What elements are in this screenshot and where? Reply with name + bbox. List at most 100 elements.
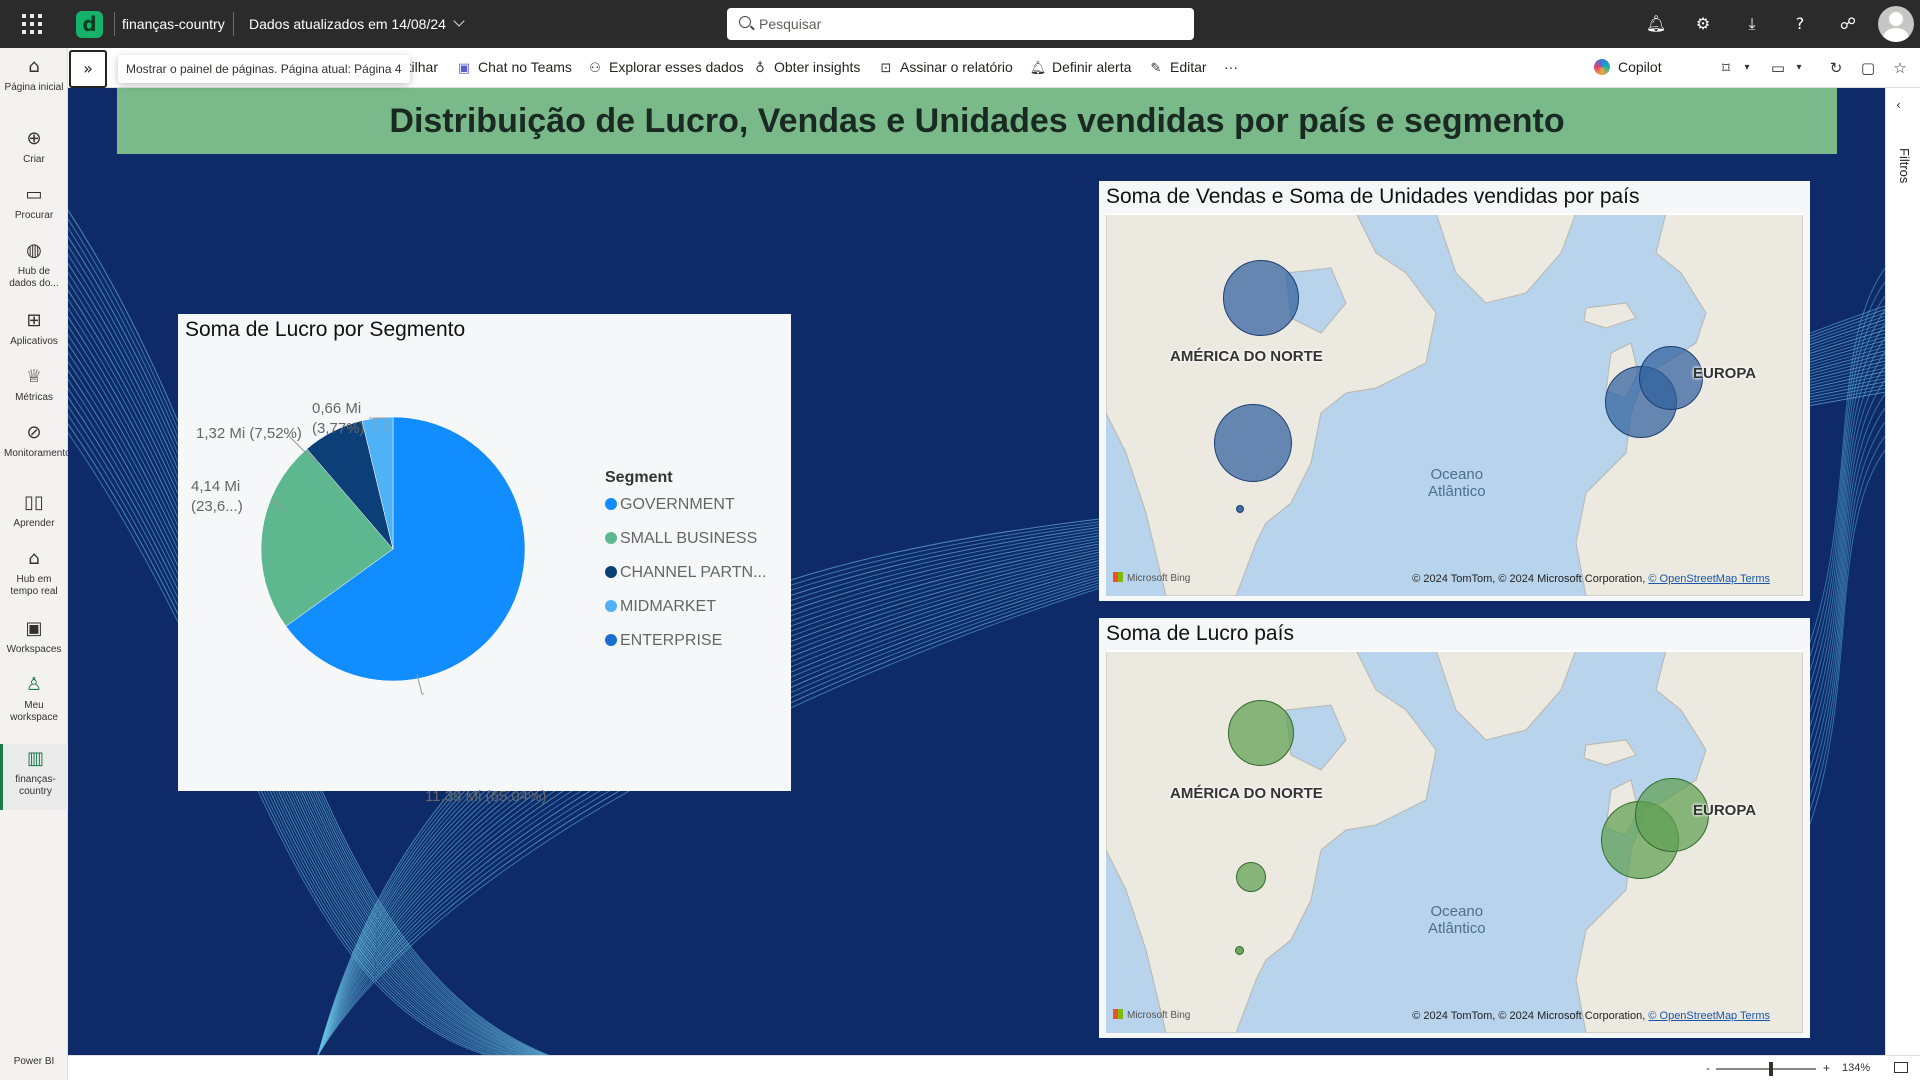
share-people-icon[interactable]: ☍ <box>1836 12 1860 36</box>
map-region-label: EUROPA <box>1693 365 1757 382</box>
bing-logo: Microsoft Bing <box>1113 1009 1190 1021</box>
report-canvas: Distribuição de Lucro, Vendas e Unidades… <box>68 88 1885 1055</box>
nav-label: Procurar <box>14 210 54 221</box>
ocean-line: Oceano <box>1430 466 1484 483</box>
insights-button[interactable]: ♁ Obter insights <box>751 59 860 77</box>
more-options-button[interactable]: ··· <box>1224 59 1238 75</box>
pie-data-label: (3,77%) <box>312 420 365 437</box>
nav-learn[interactable]: ▯▯ Aprender <box>0 492 68 530</box>
bookmark-icon[interactable]: ⌑ <box>1716 58 1736 78</box>
search-input[interactable]: Pesquisar <box>727 8 1194 40</box>
map-bubble[interactable] <box>1228 700 1294 766</box>
nav-apps[interactable]: ⊞ Aplicativos <box>0 310 68 348</box>
create-icon: ⊕ <box>26 128 42 149</box>
legend-dot <box>605 634 617 646</box>
nav-metrics[interactable]: ♕ Métricas <box>0 366 68 404</box>
nav-my-workspace[interactable]: ♙ Meu workspace <box>0 674 68 724</box>
nav-report[interactable]: ▥ finanças-country <box>0 744 68 810</box>
download-icon[interactable]: ⤓ <box>1740 12 1764 36</box>
brand-label: Power BI <box>13 1056 55 1067</box>
land-mass <box>1435 213 1577 304</box>
nav-home[interactable]: ⌂ Página inicial <box>0 56 68 94</box>
pie-data-label: 0,66 Mi <box>312 400 362 417</box>
map-land <box>1106 650 1803 1033</box>
legend-item[interactable]: ENTERPRISE <box>605 632 722 650</box>
bing-label: Microsoft Bing <box>1127 573 1191 584</box>
nav-data-hub[interactable]: ◍ Hub de dados do... <box>0 240 68 290</box>
zoom-slider[interactable] <box>1716 1068 1816 1070</box>
map-profit[interactable]: AMÉRICA DO NORTE EUROPA Oceano Atlântico … <box>1106 650 1803 1033</box>
map-bubble[interactable] <box>1223 260 1299 336</box>
favorite-star-icon[interactable]: ☆ <box>1890 58 1910 78</box>
map-region-label: EUROPA <box>1693 802 1757 819</box>
nav-label: Workspaces <box>6 644 62 655</box>
comment-icon[interactable]: ▢ <box>1858 58 1878 78</box>
map-bubble[interactable] <box>1214 404 1292 482</box>
chevron-down-icon[interactable] <box>453 15 465 27</box>
filters-label[interactable]: Filtros <box>1897 148 1912 183</box>
terms-link[interactable]: Terms <box>1737 573 1770 585</box>
avatar[interactable] <box>1878 6 1914 42</box>
pages-pane-button[interactable]: » <box>69 50 107 88</box>
nav-create[interactable]: ⊕ Criar <box>0 128 68 166</box>
subscribe-button[interactable]: ⊡ Assinar o relatório <box>877 59 1013 77</box>
legend-dot <box>605 532 617 544</box>
legend-item[interactable]: GOVERNMENT <box>605 496 735 514</box>
pie-chart <box>260 416 526 695</box>
workspace-logo-icon: d <box>76 11 103 38</box>
data-updated-label[interactable]: Dados atualizados em 14/08/24 <box>249 16 446 32</box>
help-icon[interactable]: ? <box>1788 12 1812 36</box>
refresh-icon[interactable]: ↻ <box>1826 58 1846 78</box>
subscribe-icon: ⊡ <box>880 61 892 76</box>
report-title-banner: Distribuição de Lucro, Vendas e Unidades… <box>117 88 1837 154</box>
legend-item[interactable]: MIDMARKET <box>605 598 716 616</box>
home-icon: ⌂ <box>28 56 40 77</box>
legend-item[interactable]: SMALL BUSINESS <box>605 530 757 548</box>
map-profit-visual[interactable]: Soma de Lucro país AMÉRICA DO NORTE EURO… <box>1099 618 1810 1038</box>
legend-title: Segment <box>605 469 673 486</box>
zoom-slider-thumb[interactable] <box>1769 1062 1773 1076</box>
map-sales-units-visual[interactable]: Soma de Vendas e Soma de Unidades vendid… <box>1099 181 1810 601</box>
legend-item[interactable]: CHANNEL PARTN... <box>605 564 766 582</box>
copilot-button[interactable]: Copilot <box>1594 59 1662 75</box>
land-mass <box>1583 302 1637 329</box>
chevron-down-icon[interactable]: ▾ <box>1789 58 1809 78</box>
map-bubble[interactable] <box>1236 505 1244 513</box>
left-nav: ⌂ Página inicial ⊕ Criar ▭ Procurar ◍ Hu… <box>0 48 71 1080</box>
fit-to-page-icon[interactable] <box>1894 1062 1908 1073</box>
teams-chat-button[interactable]: ▣ Chat no Teams <box>455 59 572 77</box>
chevron-down-icon[interactable]: ▾ <box>1737 58 1757 78</box>
alert-button[interactable]: 🔔︎ Definir alerta <box>1029 59 1132 77</box>
subscribe-label: Assinar o relatório <box>900 59 1013 75</box>
view-icon[interactable]: ▭ <box>1768 58 1788 78</box>
bing-label: Microsoft Bing <box>1127 1010 1191 1021</box>
osm-link[interactable]: © OpenStreetMap <box>1648 573 1737 585</box>
divider <box>233 12 234 36</box>
app-launcher-icon[interactable] <box>22 14 42 34</box>
edit-button[interactable]: ✎ Editar <box>1147 59 1207 77</box>
pie-visual[interactable]: Soma de Lucro por Segmento 11,39 Mi (65,… <box>178 314 791 805</box>
osm-link[interactable]: © OpenStreetMap <box>1648 1010 1737 1022</box>
workspace-name[interactable]: finanças-country <box>122 16 225 32</box>
nav-monitoring[interactable]: ⊘ Monitoramento <box>0 422 71 460</box>
nav-realtime-hub[interactable]: ⌂ Hub em tempo real <box>0 548 68 598</box>
chevron-left-icon[interactable]: ‹ <box>1896 98 1901 112</box>
nav-label: Aprender <box>13 518 55 529</box>
zoom-in-button[interactable]: + <box>1823 1061 1830 1075</box>
map-sales-title: Soma de Vendas e Soma de Unidades vendid… <box>1106 185 1640 208</box>
map-ocean-label: Oceano Atlântico <box>1428 466 1486 500</box>
zoom-out-button[interactable]: - <box>1706 1061 1710 1075</box>
notifications-icon[interactable]: 🔔︎ <box>1644 12 1668 36</box>
pie-data-label: 1,32 Mi (7,52%) <box>196 425 302 442</box>
nav-browse[interactable]: ▭ Procurar <box>0 184 68 222</box>
map-sales[interactable]: AMÉRICA DO NORTE EUROPA Oceano Atlântico … <box>1106 213 1803 596</box>
search-icon <box>739 16 751 28</box>
filters-pane[interactable]: ‹ Filtros <box>1885 88 1920 1055</box>
settings-icon[interactable]: ⚙︎ <box>1691 12 1715 36</box>
terms-link[interactable]: Terms <box>1737 1010 1770 1022</box>
map-bubble[interactable] <box>1236 862 1266 892</box>
nav-workspaces[interactable]: ▣ Workspaces <box>0 618 68 656</box>
action-bar: » Mostrar o painel de páginas. Página at… <box>68 48 1920 88</box>
map-bubble[interactable] <box>1235 946 1244 955</box>
explore-data-button[interactable]: ⚇ Explorar esses dados <box>586 59 743 77</box>
